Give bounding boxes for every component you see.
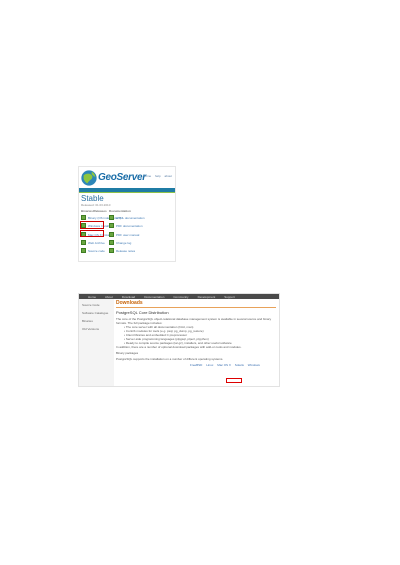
highlight-box-mac	[80, 230, 104, 237]
package-icon	[81, 248, 86, 253]
documentation-heading: Documentation	[109, 209, 131, 213]
distribution-heading: PostgreSQL Core Distribution	[116, 310, 169, 315]
os-link-linux[interactable]: Linux	[206, 363, 213, 367]
nav-home[interactable]: Home	[88, 295, 96, 299]
doc-item-notes[interactable]: Release notes	[109, 248, 135, 253]
downloads-screenshot: Home About Download Documentation Commun…	[78, 293, 280, 387]
title-underline	[116, 307, 276, 308]
nav-help-link[interactable]: help	[155, 174, 161, 178]
nav-support[interactable]: Support	[224, 295, 235, 299]
downloads-title: Downloads	[116, 300, 143, 306]
nav-about[interactable]: About	[105, 295, 113, 299]
highlight-box-windows	[226, 378, 242, 383]
doc-item-html[interactable]: HTML documentation	[109, 215, 145, 220]
header-accent-rule	[79, 192, 175, 193]
os-link-freebsd[interactable]: FreeBSD	[190, 363, 202, 367]
feature-list: The core server with all documentation (…	[116, 325, 276, 345]
note-paragraph: In addition, there are a number of optio…	[116, 345, 242, 349]
geoserver-header: GeoServer home help about	[79, 167, 175, 189]
document-icon	[109, 215, 114, 220]
download-item-war[interactable]: Web Archive	[81, 240, 105, 245]
document-icon	[109, 223, 114, 228]
os-link-solaris[interactable]: Solaris	[235, 363, 244, 367]
main-content: Downloads PostgreSQL Core Distribution T…	[116, 300, 276, 367]
binaries-heading: Binaries/Releases	[81, 209, 107, 213]
sidebar-item-binaries[interactable]: Binaries	[82, 319, 114, 323]
release-date: Released: 01.03.2010	[81, 203, 111, 207]
sidebar-item-old-versions[interactable]: Old Versions	[82, 327, 114, 331]
nav-community[interactable]: Community	[173, 295, 188, 299]
globe-icon	[81, 170, 97, 186]
highlight-box-windows	[80, 221, 104, 229]
nav-development[interactable]: Development	[198, 295, 216, 299]
geoserver-logo-text: GeoServer	[98, 172, 146, 183]
doc-item-manual[interactable]: PDF user manual	[109, 232, 139, 237]
package-icon	[81, 215, 86, 220]
geoserver-screenshot: GeoServer home help about Stable Release…	[78, 166, 176, 262]
nav-documentation[interactable]: Documentation	[144, 295, 164, 299]
compat-paragraph: PostgreSQL supports the installation on …	[116, 357, 224, 361]
sidebar-item-catalogue[interactable]: Software Catalogue	[82, 311, 114, 315]
doc-item-pdf[interactable]: PDF documentation	[109, 223, 143, 228]
document-icon	[109, 232, 114, 237]
os-links: FreeBSD Linux Mac OS X Solaris Windows	[116, 363, 276, 367]
os-link-macosx[interactable]: Mac OS X	[217, 363, 231, 367]
download-item-source[interactable]: Source code	[81, 248, 105, 253]
nav-download[interactable]: Download	[122, 295, 135, 299]
doc-item-changelog[interactable]: Change log	[109, 240, 131, 245]
nav-about-link[interactable]: about	[164, 174, 172, 178]
sidebar-item-source[interactable]: Source Code	[82, 303, 114, 307]
os-link-windows[interactable]: Windows	[248, 363, 260, 367]
document-icon	[109, 248, 114, 253]
page-title: Stable	[81, 194, 104, 203]
intro-paragraph: The core of the PostgreSQL object-relati…	[116, 317, 272, 325]
geoserver-nav: home help about	[141, 174, 172, 178]
sidebar: Source Code Software Catalogue Binaries …	[79, 299, 114, 386]
document-icon	[109, 240, 114, 245]
binary-label: Binary packages	[116, 351, 139, 355]
package-icon	[81, 240, 86, 245]
nav-home-link[interactable]: home	[144, 174, 152, 178]
